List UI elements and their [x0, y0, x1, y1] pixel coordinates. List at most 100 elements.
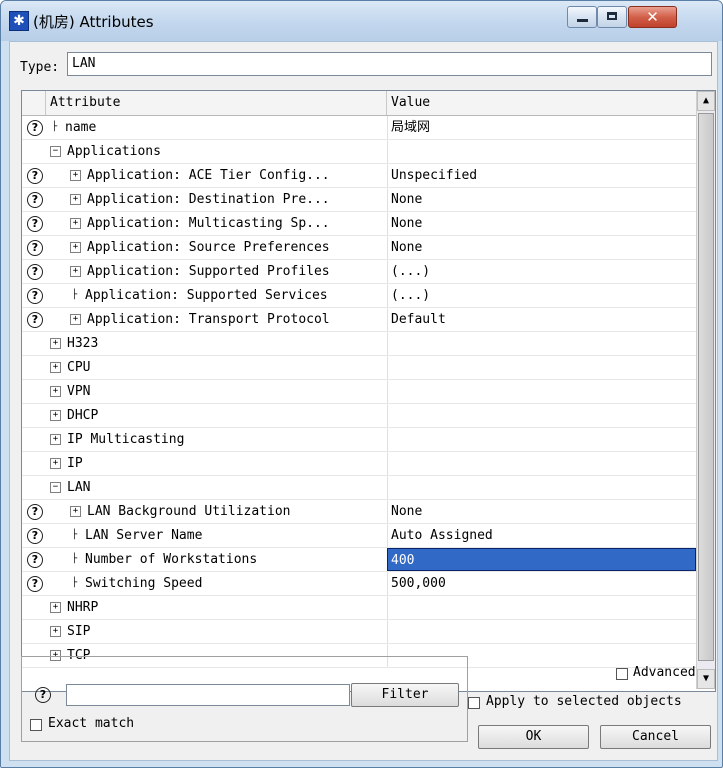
attribute-name-cell[interactable]: + Application: Supported Profiles	[70, 260, 330, 283]
attribute-value-cell[interactable]: 局域网	[387, 116, 696, 139]
help-icon[interactable]: ?	[27, 528, 43, 544]
cancel-button[interactable]: Cancel	[600, 725, 711, 749]
help-icon[interactable]: ?	[27, 168, 43, 184]
help-icon[interactable]: ?	[27, 552, 43, 568]
table-row[interactable]: ? + Application: Source Preferences None	[22, 236, 696, 260]
table-row[interactable]: ? + Application: Multicasting Sp... None	[22, 212, 696, 236]
attribute-name-cell[interactable]: + IP	[50, 452, 83, 475]
table-row[interactable]: ? + Application: ACE Tier Config... Unspeci…	[22, 164, 696, 188]
ok-button[interactable]: OK	[478, 725, 589, 749]
scroll-down-icon[interactable]: ▼	[697, 669, 715, 689]
attribute-name-cell[interactable]: + IP Multicasting	[50, 428, 184, 451]
attribute-value-cell[interactable]	[387, 140, 696, 163]
help-icon[interactable]: ?	[27, 576, 43, 592]
type-field[interactable]: LAN	[67, 52, 712, 76]
attribute-value-cell[interactable]: None	[387, 500, 696, 523]
expand-icon[interactable]: +	[50, 362, 61, 373]
attribute-value-cell[interactable]: None	[387, 236, 696, 259]
expand-icon[interactable]: +	[70, 242, 81, 253]
expand-icon[interactable]: +	[70, 194, 81, 205]
attribute-name-cell[interactable]: ├ LAN Server Name	[70, 524, 203, 547]
maximize-button[interactable]	[597, 6, 627, 28]
attribute-name-cell[interactable]: + Application: Destination Pre...	[70, 188, 330, 211]
help-icon[interactable]: ?	[27, 312, 43, 328]
attribute-name-cell[interactable]: ├ Application: Supported Services	[70, 284, 328, 307]
attribute-value-cell[interactable]	[387, 452, 696, 475]
table-row[interactable]: + SIP	[22, 620, 696, 644]
attribute-name-cell[interactable]: + VPN	[50, 380, 90, 403]
attribute-value-cell[interactable]: 500,000	[387, 572, 696, 595]
exact-match-checkbox[interactable]	[30, 719, 42, 731]
attribute-name-cell[interactable]: ├ name	[50, 116, 97, 139]
close-button[interactable]: ✕	[628, 6, 677, 28]
table-row[interactable]: ? + Application: Destination Pre... None	[22, 188, 696, 212]
table-row[interactable]: ? + Application: Transport Protocol Default	[22, 308, 696, 332]
table-row[interactable]: + NHRP	[22, 596, 696, 620]
attribute-value-cell[interactable]	[387, 404, 696, 427]
scroll-up-icon[interactable]: ▲	[697, 91, 715, 111]
expand-icon[interactable]: +	[50, 410, 61, 421]
attribute-name-cell[interactable]: + CPU	[50, 356, 90, 379]
expand-icon[interactable]: +	[50, 626, 61, 637]
collapse-icon[interactable]: −	[50, 482, 61, 493]
vertical-scrollbar[interactable]: ▲ ▼	[696, 91, 715, 689]
table-row[interactable]: ? ├ name 局域网	[22, 116, 696, 140]
attribute-value-cell[interactable]: None	[387, 212, 696, 235]
attribute-value-cell[interactable]	[387, 380, 696, 403]
help-icon[interactable]: ?	[27, 288, 43, 304]
filter-help-icon[interactable]: ?	[35, 687, 51, 703]
table-row[interactable]: ? ├ LAN Server Name Auto Assigned	[22, 524, 696, 548]
table-row[interactable]: + IP Multicasting	[22, 428, 696, 452]
table-row[interactable]: − Applications	[22, 140, 696, 164]
attribute-value-cell[interactable]: Unspecified	[387, 164, 696, 187]
attribute-value-cell[interactable]: (...)	[387, 260, 696, 283]
table-row[interactable]: + IP	[22, 452, 696, 476]
table-row[interactable]: + CPU	[22, 356, 696, 380]
attribute-value-cell[interactable]	[387, 356, 696, 379]
attribute-value-cell[interactable]: 400	[387, 548, 696, 571]
attribute-value-cell[interactable]: Auto Assigned	[387, 524, 696, 547]
expand-icon[interactable]: +	[70, 266, 81, 277]
table-row[interactable]: ? ├ Application: Supported Services (...)	[22, 284, 696, 308]
table-row[interactable]: + DHCP	[22, 404, 696, 428]
header-value[interactable]: Value	[387, 91, 696, 115]
attribute-value-cell[interactable]: (...)	[387, 284, 696, 307]
table-row[interactable]: + H323	[22, 332, 696, 356]
help-icon[interactable]: ?	[27, 120, 43, 136]
expand-icon[interactable]: +	[50, 458, 61, 469]
attribute-name-cell[interactable]: − Applications	[50, 140, 161, 163]
help-icon[interactable]: ?	[27, 216, 43, 232]
expand-icon[interactable]: +	[70, 314, 81, 325]
title-bar[interactable]: ✱ (机房) Attributes ✕	[1, 1, 722, 41]
expand-icon[interactable]: +	[50, 602, 61, 613]
attribute-name-cell[interactable]: + Application: Multicasting Sp...	[70, 212, 330, 235]
help-icon[interactable]: ?	[27, 264, 43, 280]
expand-icon[interactable]: +	[70, 218, 81, 229]
attribute-name-cell[interactable]: ├ Switching Speed	[70, 572, 203, 595]
table-row[interactable]: ? ├ Switching Speed 500,000	[22, 572, 696, 596]
attribute-name-cell[interactable]: ├ Number of Workstations	[70, 548, 257, 571]
attribute-name-cell[interactable]: + LAN Background Utilization	[70, 500, 291, 523]
attribute-value-cell[interactable]: Default	[387, 308, 696, 331]
attribute-name-cell[interactable]: + NHRP	[50, 596, 98, 619]
table-row[interactable]: ? + Application: Supported Profiles (...)	[22, 260, 696, 284]
help-icon[interactable]: ?	[27, 240, 43, 256]
attribute-value-cell[interactable]	[387, 428, 696, 451]
advanced-checkbox[interactable]	[616, 668, 628, 680]
attribute-name-cell[interactable]: + Application: Transport Protocol	[70, 308, 330, 331]
attribute-name-cell[interactable]: + Application: ACE Tier Config...	[70, 164, 330, 187]
attribute-name-cell[interactable]: + Application: Source Preferences	[70, 236, 330, 259]
header-attribute[interactable]: Attribute	[46, 91, 387, 115]
help-icon[interactable]: ?	[27, 192, 43, 208]
help-icon[interactable]: ?	[27, 504, 43, 520]
apply-selected-checkbox[interactable]	[468, 697, 480, 709]
attribute-value-cell[interactable]	[387, 476, 696, 499]
table-row[interactable]: + VPN	[22, 380, 696, 404]
table-row[interactable]: − LAN	[22, 476, 696, 500]
expand-icon[interactable]: +	[50, 338, 61, 349]
expand-icon[interactable]: +	[70, 170, 81, 181]
attribute-value-cell[interactable]	[387, 596, 696, 619]
scroll-thumb[interactable]	[698, 113, 714, 661]
attribute-value-cell[interactable]	[387, 332, 696, 355]
attribute-name-cell[interactable]: + SIP	[50, 620, 90, 643]
